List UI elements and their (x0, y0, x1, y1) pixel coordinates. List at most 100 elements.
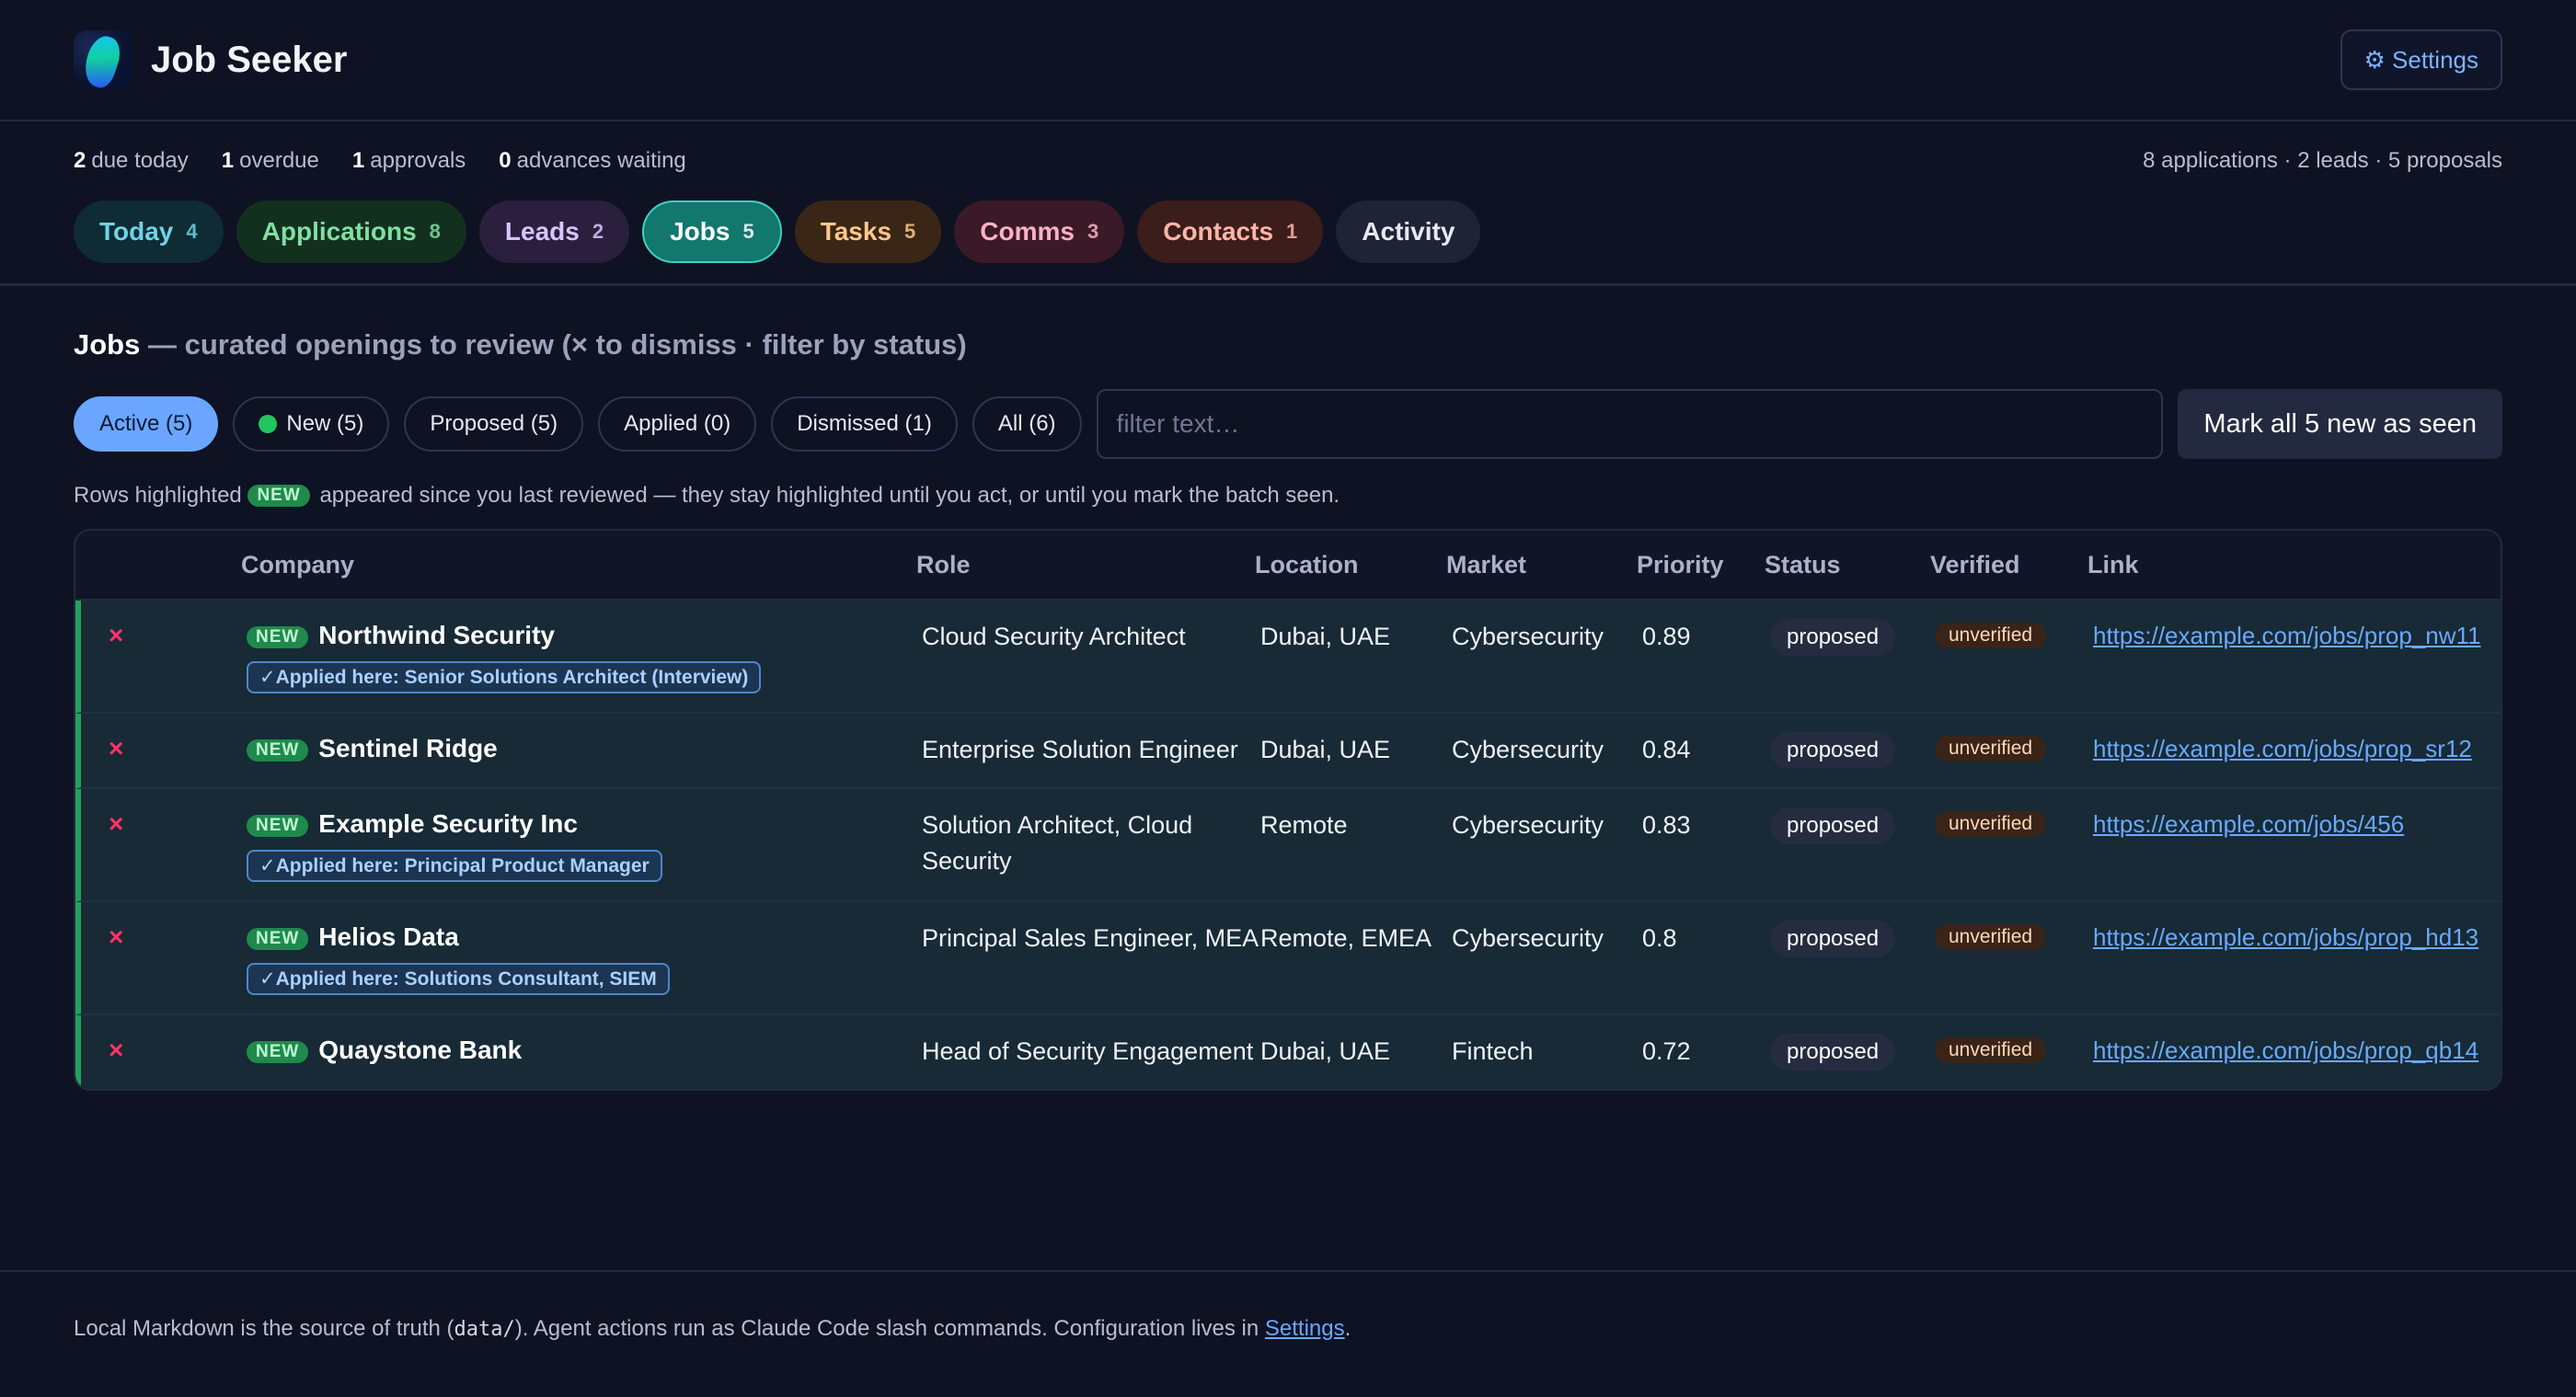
status-badge: proposed (1770, 619, 1896, 656)
tab-tasks[interactable]: Tasks 5 (794, 200, 942, 263)
location-cell: Dubai, UAE (1260, 1037, 1391, 1065)
location-cell: Remote (1260, 811, 1348, 839)
priority-cell: 0.83 (1642, 811, 1691, 839)
footer-settings-link[interactable]: Settings (1265, 1316, 1345, 1341)
applied-here-badge: ✓Applied here: Senior Solutions Architec… (247, 661, 762, 693)
job-link[interactable]: https://example.com/jobs/prop_sr12 (2093, 735, 2472, 762)
stat-due-today-label: due today (91, 148, 189, 173)
tab-leads[interactable]: Leads 2 (478, 200, 630, 263)
header-market[interactable]: Market (1446, 551, 1637, 579)
status-badge: proposed (1770, 732, 1896, 769)
tab-today[interactable]: Today 4 (74, 200, 224, 263)
job-link[interactable]: https://example.com/jobs/456 (2093, 810, 2404, 838)
dismiss-button[interactable]: × (109, 734, 123, 762)
footer-text: . (1344, 1316, 1351, 1341)
job-link[interactable]: https://example.com/jobs/prop_qb14 (2093, 1036, 2478, 1064)
tab-count: 8 (429, 220, 441, 243)
location-cell: Remote, EMEA (1260, 924, 1432, 952)
stats-bar: 2 due today 1 overdue 1 approvals 0 advances… (0, 121, 2576, 200)
tab-applications[interactable]: Applications 8 (236, 200, 466, 263)
applied-here-badge: ✓Applied here: Solutions Consultant, SIE… (247, 963, 670, 995)
filter-chip-active[interactable]: Active (5) (74, 396, 219, 452)
mark-all-seen-button[interactable]: Mark all 5 new as seen (2178, 389, 2502, 459)
settings-button[interactable]: ⚙ Settings (2340, 29, 2502, 90)
stat-overdue-label: overdue (239, 148, 319, 173)
company-name: Sentinel Ridge (318, 734, 498, 762)
header-link[interactable]: Link (2087, 551, 2501, 579)
tab-label: Contacts (1163, 217, 1274, 246)
new-badge: NEW (247, 928, 309, 950)
header-verified[interactable]: Verified (1930, 551, 2087, 579)
filter-text-input[interactable] (1096, 389, 2164, 459)
tab-label: Activity (1362, 217, 1455, 246)
section-subtitle: — curated openings to review (× to dismi… (140, 328, 967, 361)
table-row: × NEW Sentinel Ridge Enterprise Solution… (75, 714, 2501, 789)
new-badge: NEW (247, 815, 309, 837)
filter-chip-new[interactable]: New (5) (233, 396, 390, 452)
footer-code: data/ (454, 1318, 515, 1341)
status-badge: proposed (1770, 1034, 1896, 1071)
company-name: Example Security Inc (318, 809, 578, 838)
table-row: × NEW Quaystone Bank Head of Security En… (75, 1015, 2501, 1089)
verified-badge: unverified (1936, 924, 2046, 950)
stat-advances-label: advances waiting (516, 148, 686, 173)
filter-chip-applied[interactable]: Applied (0) (598, 396, 757, 452)
filter-chip-proposed[interactable]: Proposed (5) (404, 396, 584, 452)
filter-chip-all[interactable]: All (6) (972, 396, 1082, 452)
role-cell: Principal Sales Engineer, MEA (922, 924, 1259, 952)
stat-overdue: 1 overdue (222, 148, 319, 174)
market-cell: Fintech (1452, 1037, 1534, 1065)
tab-comms[interactable]: Comms 3 (954, 200, 1125, 263)
status-badge: proposed (1770, 921, 1896, 957)
tab-count: 4 (186, 220, 198, 243)
header-priority[interactable]: Priority (1637, 551, 1765, 579)
market-cell: Cybersecurity (1452, 736, 1604, 763)
header-company[interactable]: Company (241, 551, 916, 579)
location-cell: Dubai, UAE (1260, 623, 1391, 650)
verified-badge: unverified (1936, 623, 2046, 648)
stats-summary: 8 applications · 2 leads · 5 proposals (2143, 148, 2502, 173)
section-title: Jobs — curated openings to review (× to … (0, 328, 2576, 361)
new-badge: NEW (247, 1041, 309, 1063)
page-footer: Local Markdown is the source of truth (d… (0, 1270, 2576, 1342)
footer-text: ). Agent actions run as Claude Code slas… (514, 1316, 1265, 1341)
header-role[interactable]: Role (916, 551, 1255, 579)
note-text-before: Rows highlighted (74, 483, 242, 508)
stat-advances: 0 advances waiting (499, 148, 685, 174)
table-row: × NEW Northwind Security ✓Applied here: … (75, 601, 2501, 714)
new-badge: NEW (247, 739, 309, 761)
tab-count: 1 (1286, 220, 1298, 243)
jobs-table: Company Role Location Market Priority St… (74, 529, 2502, 1091)
new-badge: NEW (247, 485, 310, 507)
priority-cell: 0.72 (1642, 1037, 1691, 1065)
role-cell: Solution Architect, Cloud Security (922, 811, 1193, 875)
tab-activity[interactable]: Activity (1336, 200, 1481, 263)
applied-here-badge: ✓Applied here: Principal Product Manager (247, 850, 662, 882)
section-heading: Jobs (74, 328, 141, 361)
tab-jobs[interactable]: Jobs 5 (642, 200, 782, 263)
header-status[interactable]: Status (1765, 551, 1930, 579)
dismiss-button[interactable]: × (109, 1036, 123, 1064)
priority-cell: 0.89 (1642, 623, 1691, 650)
note-text-after: appeared since you last reviewed — they … (319, 483, 1340, 508)
stat-approvals: 1 approvals (352, 148, 466, 174)
dismiss-button[interactable]: × (109, 809, 123, 838)
dismiss-button[interactable]: × (109, 922, 123, 951)
job-link[interactable]: https://example.com/jobs/prop_hd13 (2093, 923, 2478, 951)
company-name: Northwind Security (318, 621, 555, 649)
market-cell: Cybersecurity (1452, 811, 1604, 839)
role-cell: Enterprise Solution Engineer (922, 736, 1238, 763)
tab-label: Tasks (820, 217, 892, 246)
stat-overdue-count: 1 (221, 148, 235, 173)
new-badge: NEW (247, 626, 309, 648)
tab-count: 2 (592, 220, 604, 243)
filter-chip-new-label: New (5) (286, 411, 364, 436)
job-link[interactable]: https://example.com/jobs/prop_nw11 (2093, 622, 2481, 649)
role-cell: Cloud Security Architect (922, 623, 1186, 650)
stat-due-today: 2 due today (74, 148, 189, 174)
verified-badge: unverified (1936, 1037, 2046, 1063)
dismiss-button[interactable]: × (109, 621, 123, 649)
tab-contacts[interactable]: Contacts 1 (1137, 200, 1324, 263)
filter-chip-dismissed[interactable]: Dismissed (1) (771, 396, 958, 452)
header-location[interactable]: Location (1255, 551, 1446, 579)
